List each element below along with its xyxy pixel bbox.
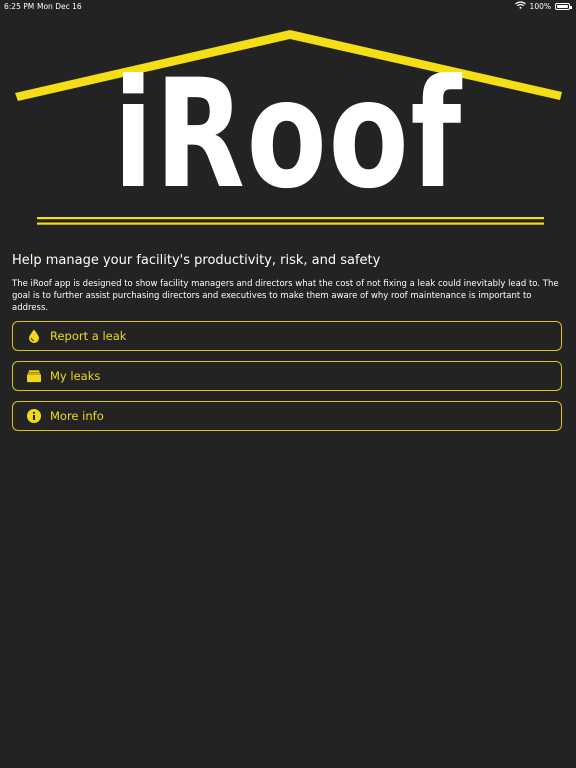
logo-text: iRoof xyxy=(113,48,463,222)
folder-icon xyxy=(27,369,41,383)
my-leaks-button[interactable]: My leaks xyxy=(12,361,562,391)
water-drop-icon xyxy=(27,329,41,343)
more-info-button[interactable]: More info xyxy=(12,401,562,431)
battery-percent: 100% xyxy=(529,1,551,11)
status-date: Mon Dec 16 xyxy=(37,2,82,11)
tagline: Help manage your facility's productivity… xyxy=(12,253,381,268)
status-right: 100% xyxy=(514,1,572,11)
my-leaks-label: My leaks xyxy=(50,369,101,383)
battery-icon xyxy=(555,2,572,10)
status-time: 6:25 PM xyxy=(4,2,35,11)
report-leak-button[interactable]: Report a leak xyxy=(12,321,562,351)
wifi-icon xyxy=(514,1,526,11)
info-icon xyxy=(27,409,41,423)
status-bar: 6:25 PM Mon Dec 16 100% xyxy=(0,0,576,14)
underline-bottom xyxy=(37,222,544,225)
more-info-label: More info xyxy=(50,409,104,423)
report-leak-label: Report a leak xyxy=(50,329,127,343)
description: The iRoof app is designed to show facili… xyxy=(12,279,559,313)
app-logo: iRoof xyxy=(0,22,576,232)
